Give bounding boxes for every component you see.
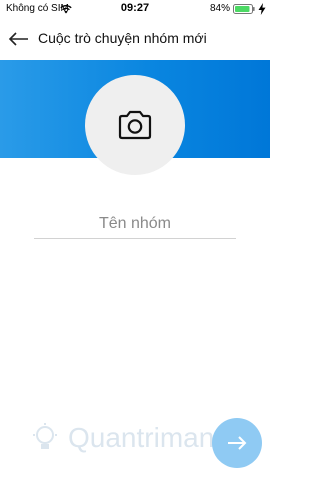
charging-bolt-icon: [258, 3, 266, 15]
battery-percent: 84%: [209, 3, 230, 14]
watermark: Quantrimang: [30, 420, 230, 460]
camera-icon: [118, 110, 152, 140]
group-photo-picker[interactable]: [85, 75, 185, 175]
navigation-bar: Cuộc trò chuyện nhóm mới: [0, 18, 270, 60]
next-button[interactable]: [212, 418, 262, 468]
watermark-text: Quantrimang: [68, 422, 230, 453]
group-name-input[interactable]: [34, 210, 236, 239]
arrow-left-icon: [8, 32, 28, 46]
back-button[interactable]: [4, 26, 32, 52]
arrow-right-icon: [228, 436, 247, 450]
lightbulb-logo-icon: [33, 423, 57, 449]
battery-icon: [233, 4, 255, 14]
page-title: Cuộc trò chuyện nhóm mới: [38, 30, 207, 46]
status-bar: Không có SIM 09:27 84%: [0, 0, 270, 18]
new-group-screen: Không có SIM 09:27 84% Cuộc trò chuyện n…: [0, 0, 270, 479]
